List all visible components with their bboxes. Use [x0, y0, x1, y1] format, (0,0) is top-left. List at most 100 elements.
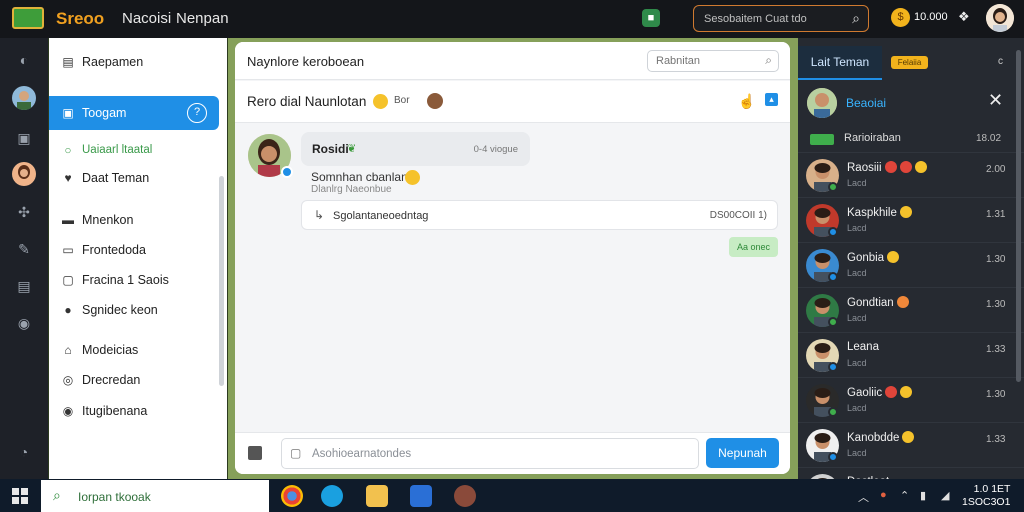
- rail-avatar-1[interactable]: [12, 86, 36, 110]
- thumbs-up-icon[interactable]: ☝: [738, 93, 755, 110]
- game-icon[interactable]: ■: [642, 9, 660, 27]
- close-icon[interactable]: ✕: [988, 91, 1003, 109]
- volume-icon[interactable]: ◢: [941, 489, 949, 502]
- image-icon[interactable]: ▢: [290, 446, 301, 460]
- global-search-input[interactable]: [704, 11, 842, 27]
- folder-icon: ▤: [62, 55, 74, 69]
- friend-time: 1.30: [986, 254, 1006, 265]
- list-icon: ▢: [62, 273, 74, 287]
- friend-name: Kaspkhile: [847, 206, 912, 219]
- rail-avatar-2[interactable]: [12, 162, 36, 186]
- nav-item-modeicias[interactable]: ⌂ Modeicias: [49, 336, 227, 364]
- nav-label: Frontedoda: [82, 243, 146, 257]
- search-icon[interactable]: ⌕: [53, 487, 61, 504]
- friend-row[interactable]: Raosiii Lacd 2.00: [798, 152, 1024, 196]
- chevron-up-icon[interactable]: ︿: [858, 489, 869, 505]
- chat-search-input[interactable]: [656, 54, 756, 68]
- help-icon[interactable]: ◔: [14, 442, 34, 462]
- friend-status-text: Lacd: [847, 223, 867, 233]
- puzzle-icon[interactable]: ✣: [14, 202, 34, 222]
- gift-icon[interactable]: ❖: [958, 9, 970, 25]
- friend-time: 1.33: [986, 434, 1006, 445]
- friends-scrollbar[interactable]: [1016, 50, 1021, 382]
- nav-label: Itugibenana: [82, 404, 148, 418]
- composer[interactable]: ▢: [281, 438, 699, 469]
- store-icon[interactable]: [410, 485, 432, 507]
- friend-name: Kanobdde: [847, 431, 915, 444]
- nav-item-frontedoda[interactable]: ▭ Frontedoda: [49, 236, 227, 264]
- friend-row[interactable]: Gondtian Lacd 1.30: [798, 287, 1024, 331]
- chat-app-icon[interactable]: [321, 485, 343, 507]
- nav-item-drecredan[interactable]: ◎ Drecredan: [49, 366, 227, 394]
- chrome-icon[interactable]: [281, 485, 303, 507]
- verified-badge-icon: [281, 166, 293, 178]
- friend-header-name[interactable]: Beaoiai: [846, 96, 886, 110]
- nav-label: Fracina 1 Saois: [82, 273, 169, 287]
- nav-item-raepamen[interactable]: ▤ Raepamen: [49, 48, 227, 76]
- chat-search[interactable]: ⌕: [647, 50, 779, 72]
- nav-item-toogam[interactable]: ▣ Toogam ?: [49, 96, 219, 130]
- online-status-icon: [828, 452, 838, 462]
- emoji-icon: [900, 386, 913, 398]
- search-icon[interactable]: ⌕: [765, 53, 772, 68]
- user-app-icon[interactable]: [454, 485, 476, 507]
- tab-more[interactable]: c: [998, 56, 1003, 67]
- nav-item-uaiaarl[interactable]: ○ Uaiaarl ltaatal: [49, 137, 227, 165]
- emoji-icon: [899, 161, 912, 173]
- nav-item-sgnidec[interactable]: ● Sgnidec keon: [49, 296, 227, 324]
- system-clock[interactable]: 1.0 1ET 1SOC3O1: [962, 483, 1010, 509]
- nav-item-itugibenana[interactable]: ◉ Itugibenana: [49, 397, 227, 425]
- alert-icon[interactable]: ●: [880, 489, 887, 501]
- document-icon: ▭: [62, 243, 74, 257]
- brand-name: Sreoo: [56, 9, 105, 28]
- friend-row[interactable]: Kanobdde Lacd 1.33: [798, 422, 1024, 466]
- pen-icon[interactable]: ✎: [14, 239, 34, 259]
- message-bubble[interactable]: Rosidi ❦ 0-4 viogue: [301, 132, 530, 166]
- friend-row[interactable]: Leana Lacd 1.33: [798, 332, 1024, 376]
- emoji-icon: [902, 431, 915, 443]
- battery-icon[interactable]: ▮: [920, 489, 926, 502]
- friend-row[interactable]: Gonbia Lacd 1.30: [798, 242, 1024, 286]
- calendar-icon[interactable]: ▤: [14, 276, 34, 296]
- search-icon[interactable]: ⌕: [852, 10, 860, 27]
- sidebar-scrollbar[interactable]: [219, 176, 224, 386]
- folder-icon[interactable]: [366, 485, 388, 507]
- friends-panel: Lait Teman Felaiia c Beaoiai ✕ Rarioirab…: [798, 38, 1024, 507]
- nav-item-fracina[interactable]: ▢ Fracina 1 Saois: [49, 266, 227, 294]
- app-logo[interactable]: [12, 7, 44, 29]
- share-icon[interactable]: ▴: [765, 93, 778, 106]
- nav-item-mnenkon[interactable]: ▬ Mnenkon: [49, 206, 227, 234]
- taskbar: ⌕ ︿ ● ⌃ ▮ ◢ 1.0 1ET 1SOC3O1: [0, 479, 1024, 512]
- tab-badge[interactable]: Felaiia: [891, 56, 928, 69]
- attach-icon[interactable]: [248, 446, 262, 460]
- taskbar-search[interactable]: ⌕: [41, 480, 269, 512]
- friend-row[interactable]: Gaoliic Lacd 1.30: [798, 377, 1024, 421]
- header-extra: Bor: [394, 95, 410, 106]
- send-button[interactable]: Nepunah: [706, 438, 779, 468]
- participant-avatar[interactable]: [427, 93, 443, 109]
- nav-item-daat-teman[interactable]: ♥ Daat Teman: [49, 164, 227, 192]
- friend-header-avatar[interactable]: [807, 88, 837, 118]
- tab-friends[interactable]: Lait Teman: [798, 46, 882, 80]
- friend-row[interactable]: Kaspkhile Lacd 1.31: [798, 197, 1024, 241]
- icon-rail: ◐ ▣ ✣ ✎ ▤ ◉ ◔: [0, 38, 48, 479]
- friend-time: 1.30: [986, 389, 1006, 400]
- user-avatar[interactable]: [986, 4, 1014, 32]
- heart-icon: ♥: [64, 171, 72, 185]
- compass-icon[interactable]: ◐: [14, 50, 34, 70]
- sent-chip[interactable]: Aa onec: [729, 237, 778, 257]
- global-search[interactable]: ⌕: [693, 5, 869, 32]
- nav-badge[interactable]: ?: [187, 103, 207, 123]
- app-title-primary: Nacoisi: [122, 10, 172, 27]
- building-icon[interactable]: ▣: [14, 128, 34, 148]
- taskbar-search-input[interactable]: [78, 489, 258, 504]
- reply-card[interactable]: ↳ Sgolantaneoedntag DS00COII 1): [301, 200, 778, 230]
- friend-name: Leana: [847, 341, 879, 353]
- message-input[interactable]: [312, 447, 682, 461]
- top-bar: Sreoo Nacoisi Nenpan ■ ⌕ $ 10.000 ❖: [0, 0, 1024, 38]
- network-icon[interactable]: ⌃: [900, 489, 909, 502]
- settings-icon[interactable]: ◉: [14, 313, 34, 333]
- chat-header: Rero dial Naunlotan Bor ☝ ▴: [235, 81, 790, 123]
- windows-start-icon[interactable]: [12, 488, 28, 504]
- friend-time: 2.00: [986, 164, 1006, 175]
